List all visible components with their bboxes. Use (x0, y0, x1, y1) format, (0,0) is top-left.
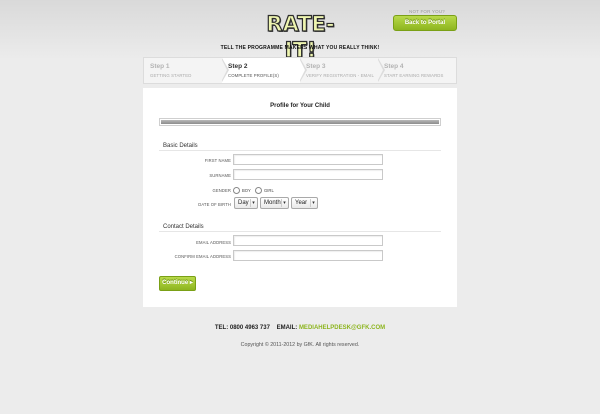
step-subtitle: VERIFY REGISTRATION - EMAIL (306, 73, 374, 78)
email-label: EMAIL: (276, 325, 298, 331)
gender-label: GENDER (212, 188, 231, 193)
dob-year-select[interactable]: Year ▾ (291, 197, 318, 209)
copyright: Copyright © 2011-2012 by GfK. All rights… (240, 342, 360, 348)
step-subtitle: COMPLETE PROFILE(S) (228, 73, 279, 78)
step-title: Step 1 (150, 63, 170, 70)
dob-day-value: Day (238, 200, 249, 206)
profile-form-card: Profile for Your Child Basic Details FIR… (143, 88, 457, 307)
step-subtitle: START EARNING REWARDS (384, 73, 444, 78)
tel-label: TEL: (214, 325, 229, 331)
first-name-field[interactable] (233, 154, 383, 165)
dob-month-select[interactable]: Month ▾ (260, 197, 289, 209)
form-title: Profile for Your Child (270, 103, 330, 109)
dob-month-value: Month (264, 200, 281, 206)
registration-steps: Step 1 GETTING STARTED Step 2 COMPLETE P… (143, 57, 457, 84)
step-subtitle: GETTING STARTED (150, 73, 192, 78)
rate-it-logo[interactable]: RATE-IT! (253, 11, 348, 62)
dob-day-select[interactable]: Day ▾ (234, 197, 258, 209)
tagline: TELL THE PROGRAMME MAKERS WHAT YOU REALL… (220, 45, 380, 51)
step-3: Step 3 VERIFY REGISTRATION - EMAIL (300, 58, 378, 83)
gender-boy-label: BOY (242, 188, 251, 193)
footer-contact: TEL: 0800 4963 737 EMAIL: MEDIAHELPDESK@… (0, 325, 600, 331)
chevron-down-icon: ▾ (250, 199, 256, 207)
confirm-email-field[interactable] (233, 250, 383, 261)
continue-button[interactable]: Continue ▸ (159, 276, 196, 291)
gender-girl-radio[interactable] (255, 187, 262, 194)
section-divider (159, 231, 441, 232)
step-4: Step 4 START EARNING REWARDS (378, 58, 456, 83)
first-name-label: FIRST NAME (204, 158, 231, 163)
basic-details-heading: Basic Details (163, 143, 198, 149)
step-1: Step 1 GETTING STARTED (144, 58, 222, 83)
confirm-email-label: CONFIRM EMAIL ADDRESS (174, 254, 231, 259)
not-for-you-link[interactable]: NOT FOR YOU? (402, 9, 452, 14)
section-divider (159, 150, 441, 151)
step-divider-arrow (221, 58, 227, 82)
tel-number: 0800 4963 737 (229, 325, 270, 331)
date-of-birth-label: DATE OF BIRTH (198, 202, 231, 207)
surname-label: SURNAME (209, 173, 231, 178)
profile-progress-bar (159, 118, 441, 126)
step-divider-arrow (299, 58, 305, 82)
email-address-label: EMAIL ADDRESS (196, 240, 231, 245)
step-title: Step 4 (384, 63, 404, 70)
chevron-down-icon: ▾ (281, 199, 287, 207)
back-to-portal-button[interactable]: Back to Portal (393, 15, 457, 31)
gender-boy-radio[interactable] (233, 187, 240, 194)
step-title: Step 2 (228, 63, 248, 70)
step-2-current: Step 2 COMPLETE PROFILE(S) (222, 58, 300, 83)
gender-girl-label: GIRL (264, 188, 274, 193)
contact-details-heading: Contact Details (163, 224, 204, 230)
step-divider-arrow (377, 58, 383, 82)
step-title: Step 3 (306, 63, 326, 70)
helpdesk-email-link[interactable]: MEDIAHELPDESK@GFK.COM (299, 325, 385, 331)
surname-field[interactable] (233, 169, 383, 180)
email-field[interactable] (233, 235, 383, 246)
progress-fill (161, 120, 439, 124)
chevron-down-icon: ▾ (310, 199, 316, 207)
dob-year-value: Year (295, 200, 308, 206)
